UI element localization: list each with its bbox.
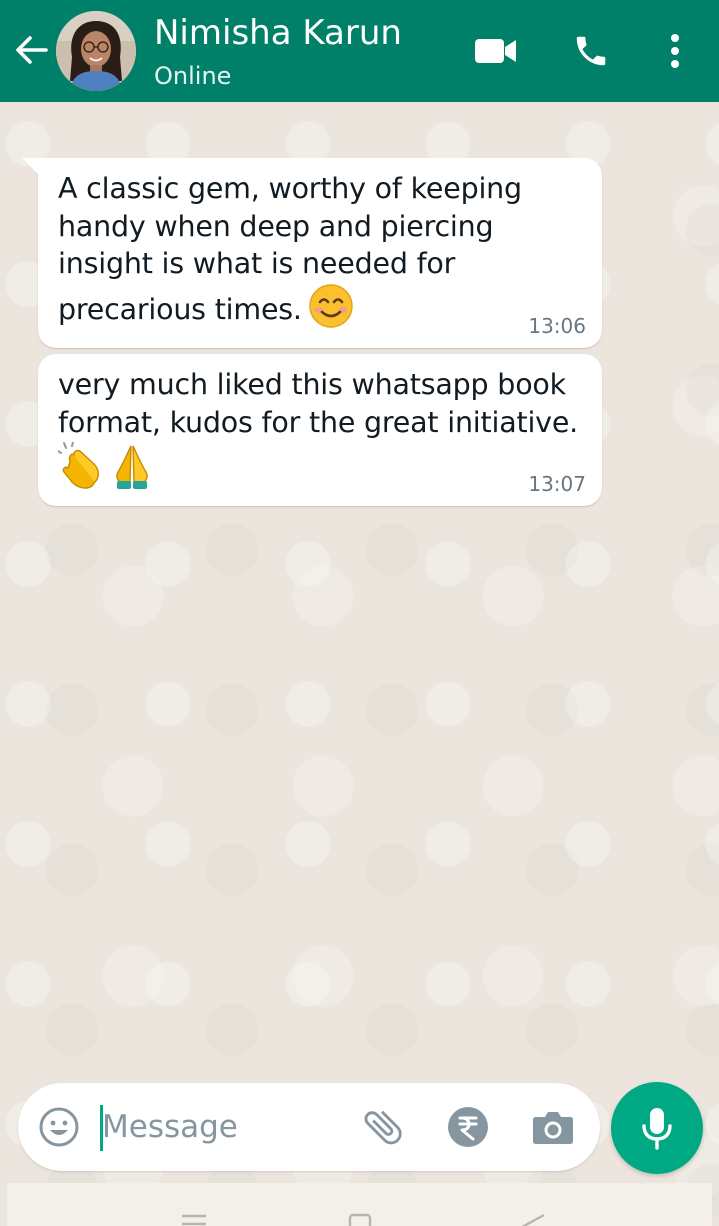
incoming-message[interactable]: very much liked this whatsapp book forma… xyxy=(38,354,602,506)
voice-call-button[interactable] xyxy=(566,28,616,74)
emoji-icon xyxy=(39,1107,79,1147)
arrow-left-icon xyxy=(16,36,48,64)
more-vertical-icon xyxy=(671,34,679,68)
back-button[interactable] xyxy=(10,28,52,72)
more-options-button[interactable] xyxy=(656,26,694,76)
contact-name[interactable]: Nimisha Karun xyxy=(154,12,402,54)
home-button[interactable] xyxy=(347,1211,373,1226)
folded-hands-icon xyxy=(116,445,148,489)
bubble-tail xyxy=(22,158,38,174)
attachment-icon xyxy=(364,1110,402,1145)
phone-icon xyxy=(576,36,606,66)
smiling-face-icon xyxy=(308,283,354,339)
message-time: 13:07 xyxy=(528,472,586,496)
message-text: very much liked this whatsapp book forma… xyxy=(58,368,579,439)
avatar-image xyxy=(56,11,136,91)
voice-message-button[interactable] xyxy=(611,1082,703,1174)
rupee-payment-icon xyxy=(448,1107,488,1147)
video-call-icon xyxy=(475,39,516,63)
payment-button[interactable] xyxy=(445,1104,491,1150)
emoji-button[interactable] xyxy=(36,1104,82,1150)
message-time: 13:06 xyxy=(528,314,586,338)
clapping-hands-icon xyxy=(58,442,99,489)
recent-apps-button[interactable] xyxy=(179,1211,209,1226)
message-body: A classic gem, worthy of keeping handy w… xyxy=(58,172,522,326)
message-input[interactable] xyxy=(102,1099,342,1155)
message-composer xyxy=(18,1083,600,1171)
message-text: A classic gem, worthy of keeping handy w… xyxy=(58,170,588,338)
back-triangle-icon xyxy=(521,1213,545,1226)
system-back-button[interactable] xyxy=(515,1211,549,1226)
emoji-row xyxy=(58,442,152,490)
attach-button[interactable] xyxy=(358,1101,408,1153)
microphone-icon xyxy=(642,1108,672,1150)
system-navigation-bar xyxy=(7,1183,712,1226)
incoming-message[interactable]: A classic gem, worthy of keeping handy w… xyxy=(22,158,602,348)
chat-screen: Nimisha Karun Online A classic gem, wort… xyxy=(0,0,719,1226)
contact-status: Online xyxy=(154,62,232,90)
contact-avatar[interactable] xyxy=(56,11,136,91)
chat-header: Nimisha Karun Online xyxy=(0,0,719,102)
camera-icon xyxy=(533,1112,573,1144)
recent-apps-icon xyxy=(182,1214,206,1226)
video-call-button[interactable] xyxy=(470,28,522,74)
home-icon xyxy=(348,1213,372,1226)
camera-button[interactable] xyxy=(530,1105,576,1149)
